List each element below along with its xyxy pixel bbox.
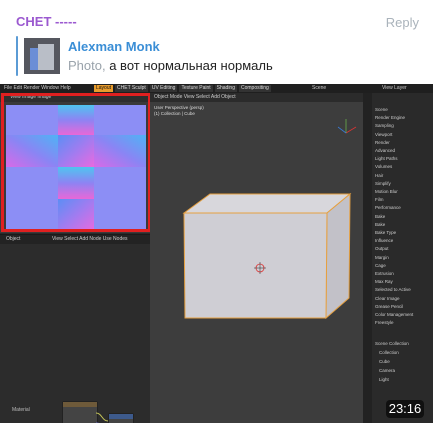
property-item: Render Engine xyxy=(375,115,406,121)
quote-text: Photo, а вот нормальная нормаль xyxy=(68,58,273,73)
quoted-message[interactable]: Alexman Monk Photo, а вот нормальная нор… xyxy=(16,36,416,76)
shader-node-editor: Object View Select Add Node Use Nodes Ma… xyxy=(0,234,150,423)
tab-compositing: Compositing xyxy=(239,85,271,92)
scene-label: Scene xyxy=(312,85,327,91)
quote-body: а вот нормальная нормаль xyxy=(109,58,273,73)
chat-name[interactable]: CHET ----- xyxy=(16,14,77,29)
properties-tabs xyxy=(363,93,372,423)
reply-button[interactable]: Reply xyxy=(386,15,419,30)
property-item: Extrusion xyxy=(375,271,394,276)
property-item: Color Management xyxy=(375,312,414,317)
tab-texture-paint: Texture Paint xyxy=(179,85,213,92)
message-header: CHET ----- Reply xyxy=(16,12,421,32)
node-links xyxy=(95,412,109,423)
workspace-tabs: Layout CHET Sculpt UV Editing Texture Pa… xyxy=(94,85,271,92)
tab-shading: Shading xyxy=(214,85,237,92)
property-item: Motion Blur xyxy=(375,189,398,194)
property-item: Cage xyxy=(375,262,386,268)
property-item: Margin xyxy=(375,254,389,260)
property-item: Scene xyxy=(375,107,388,112)
viewport-scene xyxy=(182,119,357,320)
thumbnail-image xyxy=(24,38,60,74)
video-timestamp: 23:16 xyxy=(386,400,424,418)
property-item: Light Paths xyxy=(375,156,398,162)
quote-author: Alexman Monk xyxy=(68,39,160,54)
quote-thumbnail xyxy=(24,38,60,74)
tab-uv-editing: UV Editing xyxy=(149,85,178,92)
property-item: Performance xyxy=(375,205,401,211)
properties-panel: Scene Render Engine Sampling Viewport Render… xyxy=(363,93,433,423)
property-item: Grease Pencil xyxy=(375,303,404,309)
screenshot-image[interactable]: File Edit Render Window Help Layout CHET… xyxy=(0,84,433,423)
material-label: Material xyxy=(12,407,30,413)
highlight-box xyxy=(1,93,151,232)
property-item: Bake xyxy=(375,221,386,227)
property-item: Volumes xyxy=(375,164,393,170)
property-item: Simplify xyxy=(375,180,391,186)
property-item: Freestyle xyxy=(375,320,394,326)
property-item: Render xyxy=(375,139,390,145)
property-item: Bake Type xyxy=(375,230,397,235)
outliner-item: Light xyxy=(379,377,389,382)
3d-viewport: Object Mode View Select Add Object User … xyxy=(150,93,363,423)
tab-layout: Layout xyxy=(94,85,114,92)
property-item: Selected to Active xyxy=(375,287,411,293)
property-item: Influence xyxy=(375,238,394,244)
outliner-item: Camera xyxy=(379,368,396,373)
property-item: Viewport xyxy=(375,131,393,137)
property-item: Clear Image xyxy=(375,295,400,301)
quote-media-type: Photo, xyxy=(68,58,106,73)
quote-bar xyxy=(16,36,18,76)
outliner-item: Collection xyxy=(379,350,399,355)
outliner-item: Scene Collection xyxy=(375,341,409,346)
property-item: Advanced xyxy=(375,148,396,153)
property-item: Bake xyxy=(375,213,386,219)
property-item: Hair xyxy=(375,172,384,178)
blender-menu: File Edit Render Window Help xyxy=(4,85,71,91)
property-item: Sampling xyxy=(375,123,394,129)
property-item: Max Ray xyxy=(375,279,393,285)
outliner-item: Cube xyxy=(379,359,390,364)
view-layer-label: View Layer xyxy=(382,85,407,91)
tab-sculpt: CHET Sculpt xyxy=(115,85,148,92)
property-item: Output xyxy=(375,246,389,252)
property-item: Film xyxy=(375,197,384,203)
blender-topbar: File Edit Render Window Help Layout CHET… xyxy=(0,84,433,93)
